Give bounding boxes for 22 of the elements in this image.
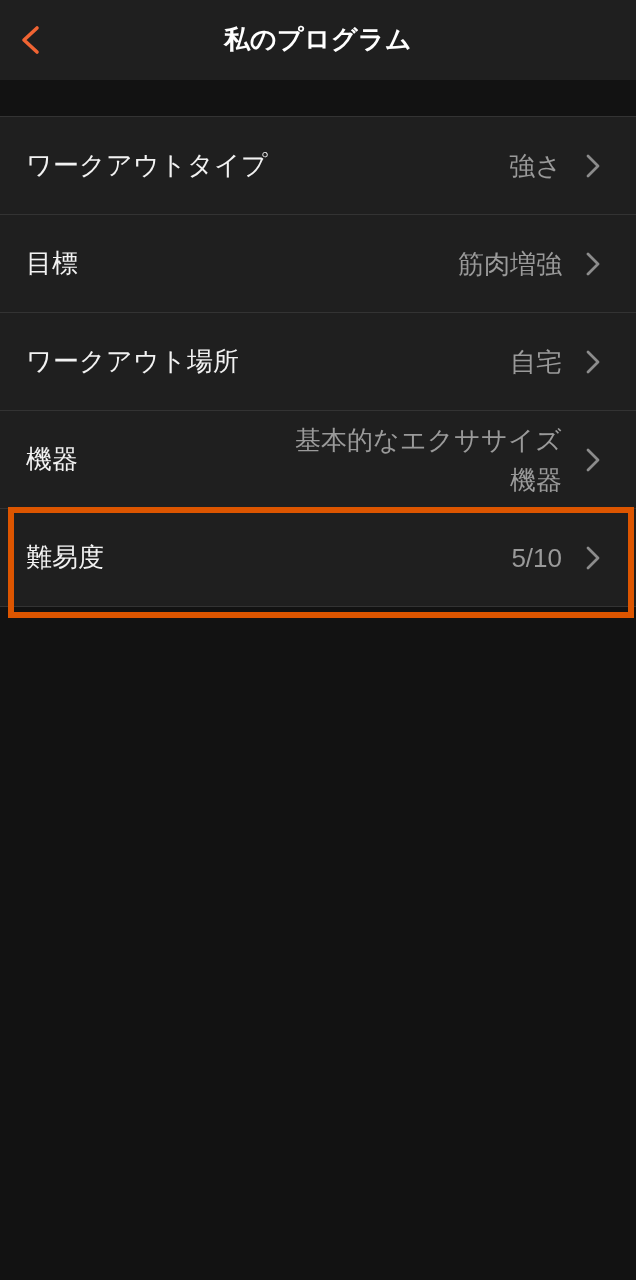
back-icon [20,25,40,55]
settings-row[interactable]: ワークアウト場所 自宅 [0,313,636,411]
chevron-right-icon [586,447,600,472]
row-value: 5/10 [511,541,562,575]
row-value: 強さ [509,149,562,183]
settings-row[interactable]: ワークアウトタイプ 強さ [0,117,636,215]
row-label: ワークアウト場所 [26,344,240,378]
settings-row[interactable]: 目標 筋肉増強 [0,215,636,313]
settings-row[interactable]: 機器 基本的なエクササイズ機器 [0,411,636,509]
row-label: 機器 [26,442,79,476]
page-title: 私のプログラム [224,24,412,56]
chevron-right-icon [586,545,600,570]
row-value: 基本的なエクササイズ機器 [294,423,562,497]
chevron-right-icon [586,349,600,374]
row-label: 目標 [26,246,79,280]
row-label: ワークアウトタイプ [26,148,269,182]
row-value: 自宅 [510,345,562,379]
row-value: 筋肉増強 [458,247,562,281]
chevron-right-icon [586,251,600,276]
chevron-right-icon [586,153,600,178]
row-label: 難易度 [26,540,105,574]
settings-row[interactable]: 難易度 5/10 [0,509,636,607]
